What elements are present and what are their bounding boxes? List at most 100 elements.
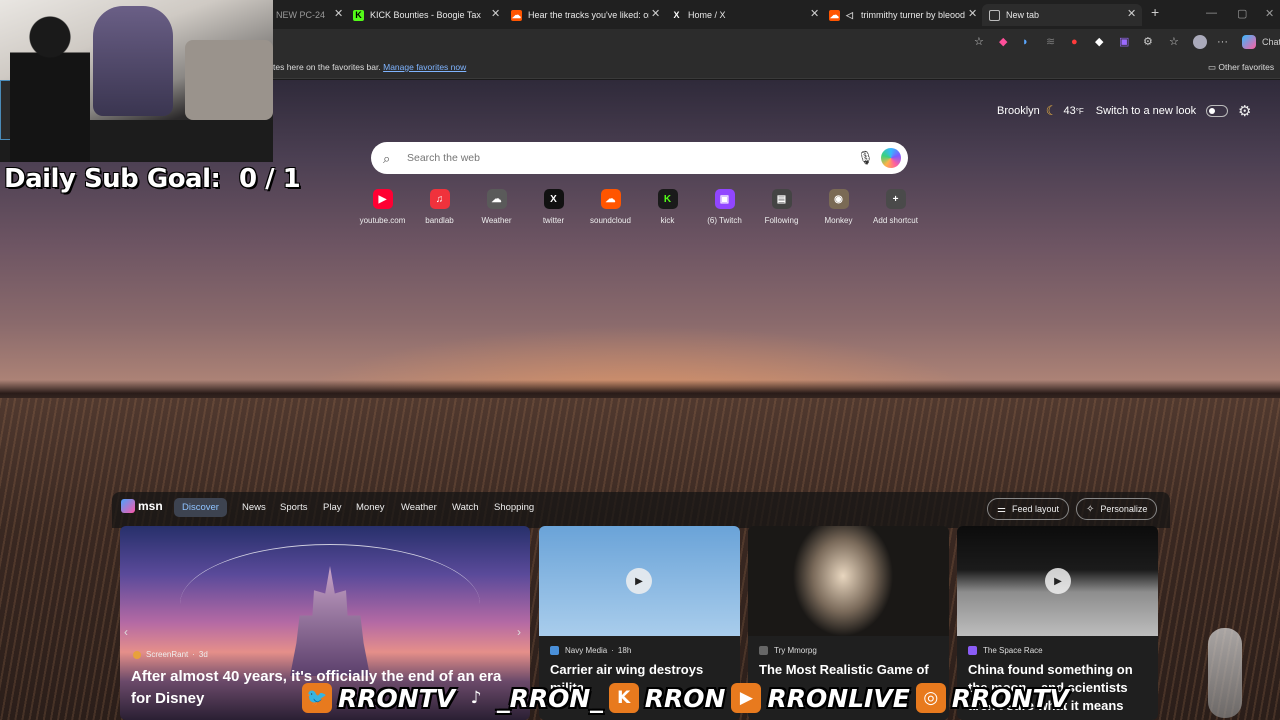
extension-icon[interactable]: ◆ [1095, 36, 1103, 48]
new-tab-icon [989, 9, 1000, 21]
minimize-button[interactable]: — [1206, 7, 1217, 19]
play-icon[interactable]: ▶ [1045, 568, 1071, 594]
add-shortcut-button[interactable]: + Add shortcut [867, 189, 924, 225]
carousel-next-arrow[interactable]: › [517, 625, 521, 639]
other-favorites-button[interactable]: ▭ Other favorites [1208, 62, 1274, 73]
personalize-label: Personalize [1100, 504, 1148, 514]
twitter-icon: 🐦 [302, 683, 332, 713]
source-age: 3d [198, 650, 208, 659]
extension-icon[interactable]: ▣ [1119, 36, 1129, 48]
weather-widget[interactable]: Brooklyn ☾ 43 °F Switch to a new look [997, 103, 1229, 119]
shortcut-monkey[interactable]: ◉ Monkey [810, 189, 867, 225]
search-box[interactable]: ⌕ 🎙 [371, 142, 908, 174]
plus-icon: + [885, 189, 906, 209]
nav-news[interactable]: News [242, 502, 266, 513]
nav-weather[interactable]: Weather [401, 502, 437, 513]
maximize-button[interactable]: ▢ [1237, 7, 1247, 20]
tab-close-icon[interactable]: ✕ [651, 8, 660, 20]
moon-icon: ☾ [1045, 103, 1058, 118]
screen: NEW PC-24 (J ✕ K KICK Bounties - Boogie … [0, 0, 1280, 720]
tab-close-icon[interactable]: ✕ [1127, 8, 1136, 20]
youtube-icon: ▶ [731, 683, 762, 713]
extensions-icon[interactable]: ⚙ [1143, 36, 1153, 48]
msn-logo[interactable]: msn [121, 499, 163, 513]
shortcut-label: (6) Twitch [707, 216, 742, 225]
personalize-button[interactable]: ✧ Personalize [1076, 498, 1158, 520]
tiktok-icon: ♪ [470, 688, 482, 708]
shortcut-label: twitter [542, 216, 565, 225]
tab-1[interactable]: K KICK Bounties - Boogie Tax [353, 4, 488, 26]
muted-speaker-icon[interactable]: ◁ [844, 10, 855, 21]
shortcut-twitch[interactable]: ▣ (6) Twitch [696, 189, 753, 225]
tab-close-icon[interactable]: ✕ [810, 8, 819, 20]
tab-title: KICK Bounties - Boogie Tax [370, 10, 481, 20]
menu-icon[interactable]: ··· [1217, 36, 1228, 48]
play-icon[interactable]: ▶ [626, 568, 652, 594]
nav-discover[interactable]: Discover [174, 498, 227, 517]
tab-title: Hear the tracks you've liked: on So [528, 10, 649, 20]
nav-shopping[interactable]: Shopping [494, 502, 534, 513]
carousel-prev-arrow[interactable]: ‹ [124, 625, 128, 639]
shortcut-label: Weather [481, 216, 512, 225]
kick-icon: K [608, 683, 639, 713]
switch-look-toggle[interactable] [1206, 105, 1229, 117]
tab-close-icon[interactable]: ✕ [334, 8, 343, 20]
shortcut-weather[interactable]: ☁ Weather [468, 189, 525, 225]
search-icon: ⌕ [383, 151, 391, 166]
search-input[interactable] [407, 152, 827, 164]
tab-2[interactable]: ☁ Hear the tracks you've liked: on So [511, 4, 649, 26]
tab-title: New tab [1006, 10, 1040, 20]
tab-4[interactable]: ☁ ◁ trimmithy turner by bleood [829, 4, 965, 26]
copilot-icon[interactable] [881, 148, 901, 168]
source-name: Navy Media [565, 646, 608, 655]
tab-close-icon[interactable]: ✕ [491, 8, 500, 20]
social-handle: _RRON_ [497, 683, 603, 713]
extension-icon[interactable]: ◆ [999, 36, 1007, 48]
shortcut-label: kick [660, 216, 675, 225]
source-logo-icon [133, 650, 141, 659]
shortcut-label: bandlab [425, 216, 454, 225]
shortcut-bandlab[interactable]: ♫ bandlab [411, 189, 468, 225]
tab-close-icon[interactable]: ✕ [968, 8, 977, 20]
extension-icon[interactable]: ◗ [1022, 36, 1029, 48]
x-icon: X [543, 189, 564, 209]
tab-0[interactable]: NEW PC-24 (J [276, 4, 328, 26]
tab-title: NEW PC-24 (J [276, 10, 328, 20]
shortcut-following[interactable]: ▤ Following [753, 189, 810, 225]
extension-icon[interactable]: ≋ [1046, 36, 1055, 48]
chat-button[interactable]: Chat [1262, 36, 1280, 48]
nav-watch[interactable]: Watch [452, 502, 479, 513]
tab-3[interactable]: X Home / X [671, 4, 791, 26]
streamer [10, 12, 90, 162]
new-tab-button[interactable]: + [1151, 5, 1159, 19]
copilot-icon[interactable] [1242, 35, 1256, 49]
card-headline[interactable]: The Most Realistic Game of [759, 661, 941, 679]
favorites-bar-text: tes here on the favorites bar. [273, 62, 381, 72]
shortcut-label: Add shortcut [873, 216, 918, 225]
source-separator: · [192, 650, 195, 659]
nav-money[interactable]: Money [356, 502, 385, 513]
nav-play[interactable]: Play [323, 502, 341, 513]
shortcut-youtube[interactable]: ▶ youtube.com [354, 189, 411, 225]
instagram-icon: ◎ [915, 683, 946, 713]
shortcut-twitter[interactable]: X twitter [525, 189, 582, 225]
extension-icon[interactable]: ● [1071, 36, 1078, 48]
news-source: ScreenRant · 3d [133, 650, 208, 659]
settings-gear-icon[interactable]: ⚙ [1238, 102, 1251, 120]
nav-sports[interactable]: Sports [280, 502, 307, 513]
tab-5-active[interactable]: New tab [982, 4, 1142, 26]
msn-butterfly-icon [121, 499, 135, 513]
source-name: The Space Race [983, 646, 1043, 655]
favorite-star-icon[interactable]: ☆ [974, 36, 984, 48]
profile-avatar[interactable] [1193, 35, 1207, 49]
shortcut-kick[interactable]: K kick [639, 189, 696, 225]
manage-favorites-link[interactable]: Manage favorites now [383, 62, 466, 72]
shortcut-soundcloud[interactable]: ☁ soundcloud [582, 189, 639, 225]
microphone-icon[interactable]: 🎙 [857, 150, 874, 166]
shortcut-label: Following [764, 216, 799, 225]
feed-layout-button[interactable]: ⚌ Feed layout [987, 498, 1069, 520]
favorites-icon[interactable]: ☆ [1169, 36, 1179, 48]
weather-unit: °F [1075, 106, 1084, 116]
source-name: Try Mmorpg [774, 646, 817, 655]
close-window-button[interactable]: ✕ [1265, 7, 1274, 20]
